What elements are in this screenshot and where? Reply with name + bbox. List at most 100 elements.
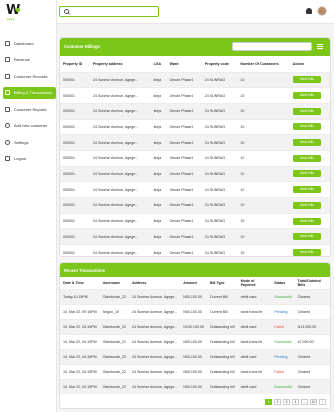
page-button[interactable]: 3 xyxy=(283,399,290,405)
send-bills-button[interactable]: Send bills xyxy=(292,123,321,131)
sidebar-item-revenue[interactable]: Revenue xyxy=(0,54,57,66)
sidebar-item-logout[interactable]: Logout xyxy=(0,153,57,165)
table-cell: Ikeja xyxy=(153,219,162,224)
table-cell: Current Bill xyxy=(209,294,228,299)
send-bills-button[interactable]: Send bills xyxy=(292,233,321,241)
panel-title: Customer Billings xyxy=(64,44,100,49)
sidebar-item-customer-records[interactable]: Customer Records xyxy=(0,70,57,82)
send-bills-button[interactable]: Send bills xyxy=(292,76,321,84)
table-cell: 24 Sunrise Avenue, Agege... xyxy=(92,156,139,161)
table-cell: 10 xyxy=(240,93,245,98)
sidebar-item-label: Billing & Transactions xyxy=(14,90,53,95)
table-cell: Olaintunde_22 xyxy=(102,324,126,329)
table-cell: Outstanding bill xyxy=(209,324,235,329)
table-row: 10, Mar 22, 04:15PM Olaintunde_22 24 Sunri… xyxy=(60,379,330,394)
table-cell: 10, Mar 22, 09:15PM xyxy=(63,309,97,314)
sidebar-item-label: Settings xyxy=(14,139,29,145)
search-input[interactable] xyxy=(72,9,157,14)
column-header[interactable]: Total/Outstnd Bills xyxy=(295,277,330,289)
sidebar-item-dashboard[interactable]: Dashboard xyxy=(0,37,57,49)
recent-transactions-header: Recent Transactions xyxy=(60,263,330,277)
table-cell: Olaintunde_22 xyxy=(102,294,126,299)
column-header[interactable]: Username xyxy=(100,277,129,289)
gear-icon xyxy=(5,139,10,145)
column-header[interactable]: Property code xyxy=(202,56,238,72)
billings-search-input[interactable] xyxy=(232,42,312,51)
sidebar-item-billing[interactable]: Billing & Transactions xyxy=(3,86,56,99)
table-cell: 000001 xyxy=(63,77,75,82)
send-bills-button[interactable]: Send bills xyxy=(292,154,321,162)
table-cell: N100,100.00 xyxy=(183,324,204,329)
column-header[interactable]: Property address xyxy=(90,56,151,72)
page-button[interactable]: 2 xyxy=(274,399,281,405)
table-cell: Ikeja xyxy=(153,77,162,82)
table-cell: 10 xyxy=(240,124,245,129)
table-cell: Ikeja xyxy=(153,140,162,145)
table-cell: debit card xyxy=(240,354,257,359)
status-badge: Successful xyxy=(274,339,292,344)
bell-icon[interactable] xyxy=(306,8,312,14)
table-row: 000001 24 Sunrise Avenue, Agege... Ikeja Om… xyxy=(60,150,330,166)
column-header[interactable]: Number Of Customers xyxy=(237,56,289,72)
table-cell: 24 Sunrise Avenue, Agege... xyxy=(131,294,178,299)
column-header[interactable]: Amount xyxy=(180,277,207,289)
filter-icon[interactable] xyxy=(317,44,323,50)
brand-logo[interactable]: W easy xyxy=(6,4,36,23)
column-header[interactable]: Address xyxy=(129,277,180,289)
table-cell: Omole Phase1 xyxy=(169,93,194,98)
column-header[interactable]: Status xyxy=(271,277,294,289)
panel-title: Recent Transactions xyxy=(64,267,105,273)
sidebar-item-customer-reports[interactable]: Customer Reports xyxy=(0,103,57,115)
column-header[interactable]: Ward xyxy=(167,56,202,72)
send-bills-button[interactable]: Send bills xyxy=(292,249,321,257)
page-button[interactable]: 10 xyxy=(310,399,317,405)
status-badge: Successful xyxy=(274,294,292,299)
table-cell: Olaintunde_22 xyxy=(102,369,126,374)
page-button[interactable]: ... xyxy=(301,399,308,405)
table-cell: 24 SUNRAG xyxy=(204,171,226,176)
send-bills-button[interactable]: Send bills xyxy=(292,201,321,209)
sidebar-item-add-customer[interactable]: Add new customer xyxy=(0,120,57,132)
table-cell: Outstanding bill xyxy=(209,354,235,359)
table-cell: Ikeja xyxy=(153,234,162,239)
avatar[interactable] xyxy=(317,6,327,16)
send-bills-button[interactable]: Send bills xyxy=(292,170,321,178)
table-cell: Omole Phase1 xyxy=(169,203,194,208)
send-bills-button[interactable]: Send bills xyxy=(292,217,321,225)
table-cell: bank trans fer xyxy=(240,309,263,314)
table-cell: Cleared xyxy=(297,294,311,299)
table-cell: N13,000.00 xyxy=(297,324,317,329)
table-cell: Outstanding bill xyxy=(209,384,235,389)
send-bills-button[interactable]: Send bills xyxy=(292,107,321,115)
column-header[interactable]: Action xyxy=(290,56,330,72)
column-header[interactable]: Mode of Payment xyxy=(238,277,272,289)
sidebar-item-settings[interactable]: Settings xyxy=(0,136,57,148)
page-button[interactable]: 4 xyxy=(292,399,299,405)
send-bills-button[interactable]: Send bills xyxy=(292,139,321,147)
table-cell: Omole Phase1 xyxy=(169,234,194,239)
table-cell: N50,100.00 xyxy=(183,369,202,374)
table-row: 000001 24 Sunrise Avenue, Agege... Ikeja Om… xyxy=(60,119,330,135)
column-header[interactable]: LGA xyxy=(151,56,167,72)
action-cell: Send bills xyxy=(290,198,330,214)
search-box[interactable] xyxy=(59,6,159,17)
table-cell: 24 Sunrise Avenue, Agege... xyxy=(131,324,178,329)
table-row: 000001 24 Sunrise Avenue, Agege... Ikeja Om… xyxy=(60,197,330,214)
table-cell: 24 SUNRAG xyxy=(204,187,226,192)
sidebar: W easy Dashboard Revenue Customer Record… xyxy=(0,0,57,412)
send-bills-button[interactable]: Send bills xyxy=(292,92,321,100)
table-cell: Ikeja xyxy=(153,109,162,114)
table-row: 10, Mar 22, 04:15PM Olaintunde_22 24 Sunri… xyxy=(60,349,330,364)
column-header[interactable]: Date & Time xyxy=(60,277,100,289)
table-cell: Olaintunde_22 xyxy=(102,354,126,359)
next-page-button[interactable]: › xyxy=(319,399,326,405)
column-header[interactable]: Bill Type xyxy=(207,277,238,289)
column-header[interactable]: Property ID xyxy=(60,56,90,72)
send-bills-button[interactable]: Send bills xyxy=(292,186,321,194)
status-badge: Failed xyxy=(274,369,285,374)
page-button[interactable]: 1 xyxy=(265,399,272,405)
table-cell: Current Bill xyxy=(209,309,228,314)
status-badge: Successful xyxy=(274,384,292,389)
table-row: 000001 24 Sunrise Avenue, Agege... Ikeja Om… xyxy=(60,244,330,261)
table-cell: Cleared xyxy=(297,384,311,389)
